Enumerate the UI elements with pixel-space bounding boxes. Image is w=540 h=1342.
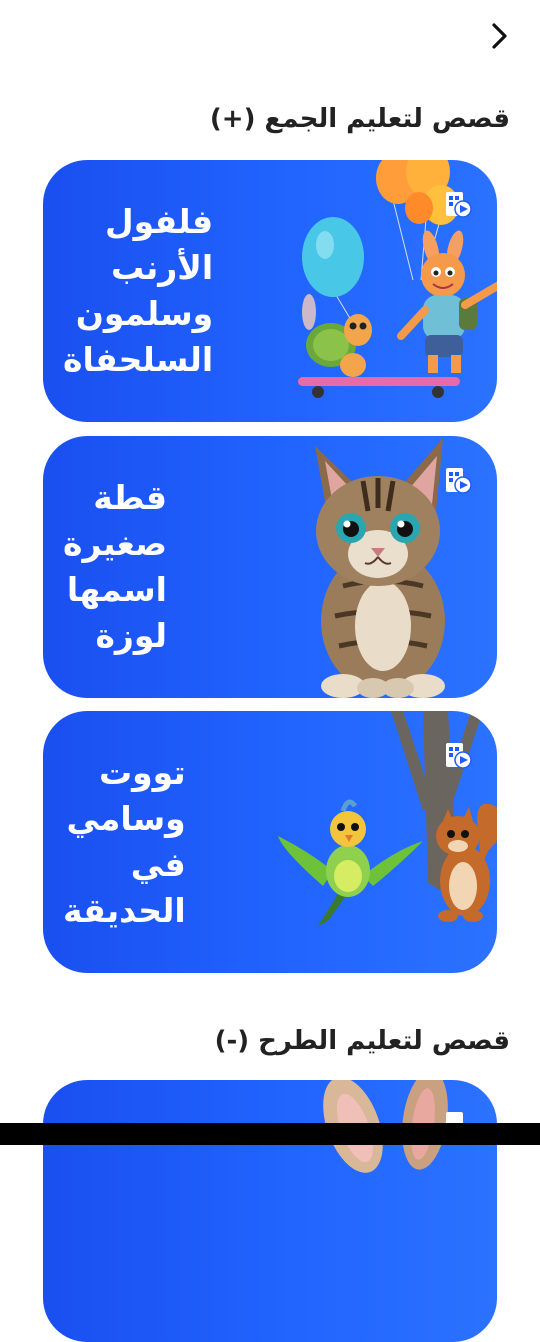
story-card-bird-squirrel[interactable]: تووت وسامي في الحديقة (43, 711, 497, 973)
video-story-icon[interactable] (443, 466, 473, 496)
chevron-right-icon (492, 23, 507, 49)
story-card-rabbit[interactable] (43, 1080, 497, 1342)
system-navigation-bar (0, 1123, 540, 1145)
video-story-icon[interactable] (443, 741, 473, 771)
story-title: تووت وسامي في الحديقة (63, 753, 186, 930)
story-card-kitten[interactable]: قطة صغيرة اسمها لوزة (43, 436, 497, 698)
video-story-icon[interactable] (443, 190, 473, 220)
section-title-subtraction: قصص لتعليم الطرح (-) (214, 1026, 510, 1056)
story-title: فلفول الأرنب وسلمون السلحفاة (63, 202, 214, 379)
story-title (63, 1080, 238, 1342)
back-button[interactable] (482, 18, 518, 54)
section-title-addition: قصص لتعليم الجمع (+) (209, 104, 510, 134)
story-title: قطة صغيرة اسمها لوزة (63, 478, 167, 655)
story-card-rabbit-turtle[interactable]: فلفول الأرنب وسلمون السلحفاة (43, 160, 497, 422)
